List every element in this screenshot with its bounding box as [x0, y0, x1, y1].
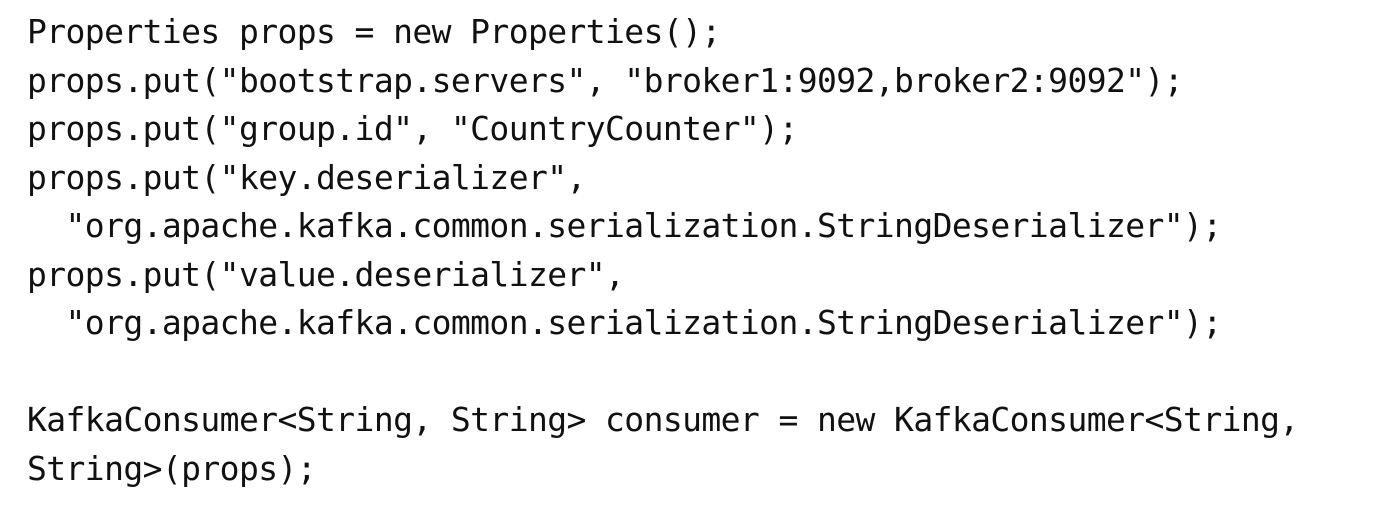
- code-line: props.put("key.deserializer",: [27, 157, 586, 197]
- code-line: props.put("value.deserializer",: [27, 254, 625, 294]
- code-line: KafkaConsumer<String, String> consumer =…: [27, 400, 1299, 439]
- code-line: props.put("group.id", "CountryCounter");: [27, 109, 798, 148]
- code-block: Properties props = new Properties(); pro…: [27, 8, 1377, 493]
- code-line: "org.apache.kafka.common.serialization.S…: [27, 206, 1223, 245]
- code-line: props.put("bootstrap.servers", "broker1:…: [27, 60, 1184, 100]
- code-line: Properties props = new Properties();: [27, 12, 721, 51]
- code-line: String>(props);: [27, 448, 317, 488]
- code-line: "org.apache.kafka.common.serialization.S…: [27, 303, 1223, 342]
